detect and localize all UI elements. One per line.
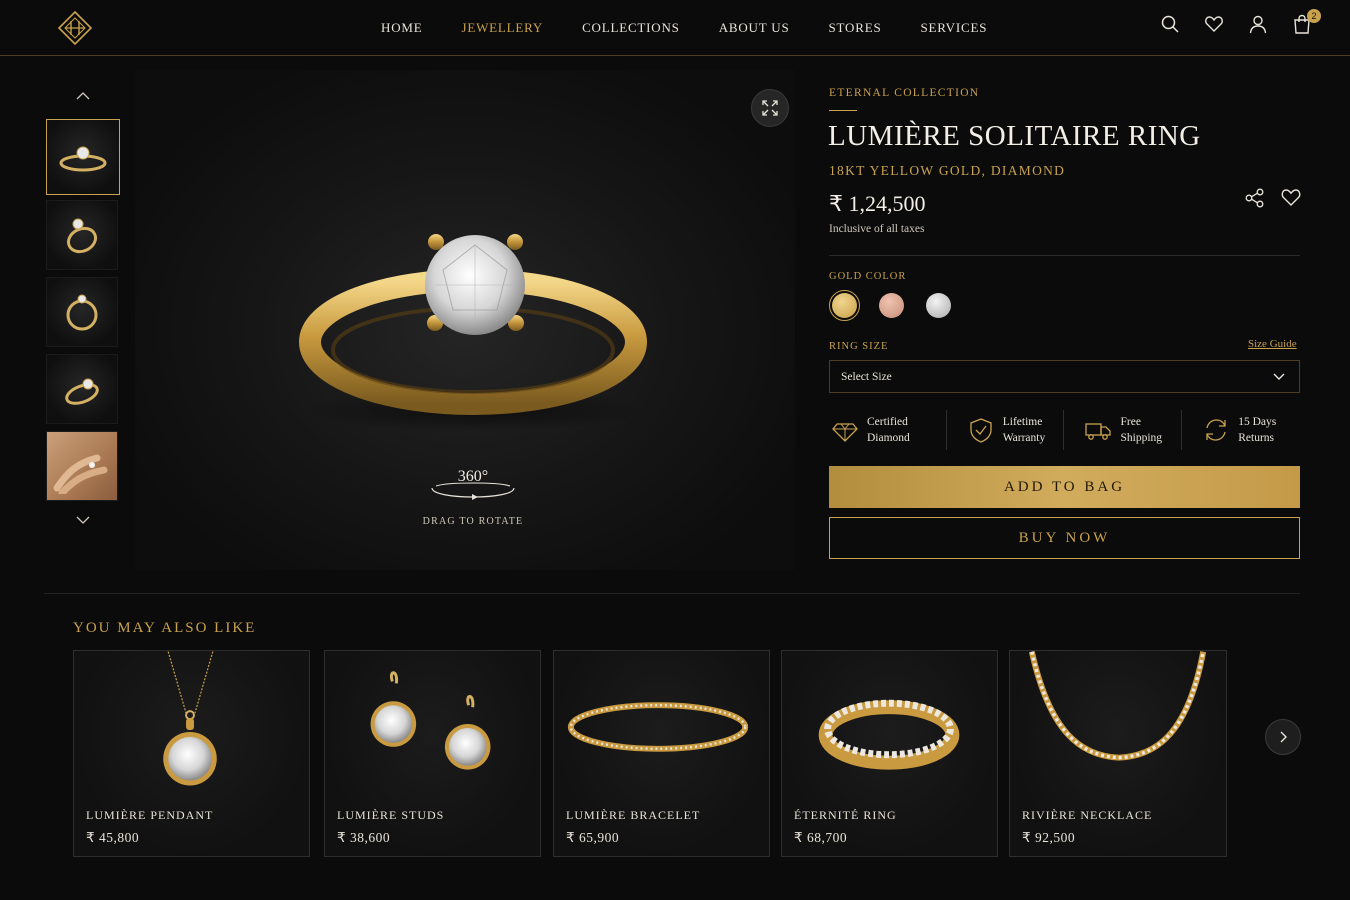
thumbnail-up-icon[interactable] — [75, 90, 91, 102]
collection-name[interactable]: ETERNAL COLLECTION — [829, 87, 979, 99]
eternity-ring-image — [818, 699, 960, 770]
user-icon[interactable] — [1248, 14, 1268, 34]
swatch-white-gold[interactable] — [923, 290, 954, 321]
site-header: HOME JEWELLERY COLLECTIONS ABOUT US STOR… — [0, 0, 1350, 56]
feature-line2: Returns — [1238, 432, 1275, 444]
feature-line2: Warranty — [1002, 432, 1046, 444]
thumbnail-angle[interactable] — [46, 354, 118, 424]
thumbnail-side[interactable] — [46, 200, 118, 270]
ring-thumbnail-icon — [59, 146, 107, 172]
product-card-price: ₹ 38,600 — [337, 830, 391, 845]
product-card[interactable]: LUMIÈRE STUDS ₹ 38,600 — [324, 650, 541, 857]
rotate-arrow-icon[interactable] — [428, 480, 518, 504]
ring-size-select[interactable]: Select Size — [829, 360, 1300, 393]
necklace-image — [1028, 651, 1207, 761]
ring-size-value: Select Size — [841, 370, 892, 383]
thumbnail-on-hand[interactable] — [46, 431, 118, 501]
product-card-name: LUMIÈRE BRACELET — [566, 808, 701, 822]
chevron-right-icon — [1280, 731, 1287, 743]
thumbnail-down-icon[interactable] — [75, 514, 91, 526]
product-title: LUMIÈRE SOLITAIRE RING — [828, 120, 1201, 152]
share-icon[interactable] — [1244, 187, 1266, 209]
add-to-bag-button[interactable]: ADD TO BAG — [829, 466, 1300, 508]
wishlist-heart-icon[interactable] — [1280, 186, 1302, 208]
product-price: ₹ 1,24,500 — [829, 191, 926, 216]
product-card-name: LUMIÈRE STUDS — [337, 808, 445, 822]
header-actions: 2 — [1160, 9, 1321, 34]
ring-thumbnail-icon — [66, 218, 98, 254]
feature-easy-returns: 15 Days Returns — [1182, 410, 1300, 450]
section-divider — [44, 593, 1300, 594]
feature-line1: 15 Days — [1238, 416, 1277, 428]
carousel-next-button[interactable] — [1265, 719, 1301, 755]
product-card[interactable]: RIVIÈRE NECKLACE ₹ 92,500 — [1009, 650, 1227, 857]
feature-line1: Free — [1120, 416, 1141, 428]
tax-note: Inclusive of all taxes — [829, 223, 925, 235]
feature-line1: Certified — [867, 416, 908, 428]
recommendations-heading: YOU MAY ALSO LIKE — [73, 620, 257, 636]
diamond-icon — [832, 423, 858, 442]
heart-icon[interactable] — [1204, 14, 1224, 34]
cart-button[interactable]: 2 — [1292, 9, 1321, 34]
product-card-price: ₹ 65,900 — [566, 830, 620, 845]
feature-line1: Lifetime — [1002, 416, 1043, 428]
product-features: Certified Diamond Lifetime Warranty Free Sh… — [829, 410, 1300, 450]
product-card-name: ÉTERNITÉ RING — [794, 808, 897, 822]
main-nav: HOME JEWELLERY COLLECTIONS ABOUT US STOR… — [381, 20, 987, 36]
thumbnail-list — [46, 119, 120, 508]
thumbnail-front[interactable] — [46, 119, 120, 195]
hand-thumbnail-icon — [53, 454, 108, 494]
feature-line2: Shipping — [1120, 432, 1163, 444]
feature-line2: Diamond — [867, 432, 910, 444]
bracelet-image — [567, 702, 749, 752]
drag-to-rotate-hint: DRAG TO ROTATE — [422, 516, 524, 527]
ring-size-label: RING SIZE — [829, 341, 889, 352]
feature-free-shipping: Free Shipping — [1064, 410, 1183, 450]
brand-logo-icon[interactable] — [57, 10, 93, 46]
product-card-name: LUMIÈRE PENDANT — [86, 808, 214, 822]
product-card-price: ₹ 68,700 — [794, 830, 848, 845]
expand-icon — [762, 100, 778, 116]
nav-jewellery[interactable]: JEWELLERY — [461, 20, 543, 36]
refresh-icon — [1206, 419, 1226, 441]
buy-now-button[interactable]: BUY NOW — [829, 517, 1300, 559]
product-card[interactable]: LUMIÈRE PENDANT ₹ 45,800 — [73, 650, 310, 857]
nav-home[interactable]: HOME — [381, 20, 422, 36]
chevron-down-icon — [1273, 373, 1285, 380]
search-icon[interactable] — [1160, 14, 1180, 34]
product-card-price: ₹ 92,500 — [1022, 830, 1076, 845]
pendant-image — [163, 651, 217, 786]
nav-collections[interactable]: COLLECTIONS — [582, 20, 680, 36]
cart-count-badge: 2 — [1307, 9, 1321, 23]
divider — [829, 255, 1300, 256]
truck-icon — [1085, 423, 1112, 440]
feature-lifetime-warranty: Lifetime Warranty — [947, 410, 1065, 450]
product-card[interactable]: LUMIÈRE BRACELET ₹ 65,900 — [553, 650, 770, 857]
gold-color-label: GOLD COLOR — [829, 271, 907, 282]
swatch-yellow-gold[interactable] — [829, 290, 860, 321]
thumbnail-top[interactable] — [46, 277, 118, 347]
product-card-price: ₹ 45,800 — [86, 830, 140, 845]
feature-certified-diamond: Certified Diamond — [829, 410, 947, 450]
ring-thumbnail-icon — [66, 294, 98, 331]
product-material: 18KT YELLOW GOLD, DIAMOND — [829, 163, 1066, 178]
size-guide-link[interactable]: Size Guide — [1248, 338, 1297, 350]
fullscreen-button[interactable] — [751, 89, 789, 127]
nav-services[interactable]: SERVICES — [920, 20, 987, 36]
gold-color-options — [829, 290, 954, 321]
collection-underline — [829, 110, 857, 111]
nav-stores[interactable]: STORES — [829, 20, 882, 36]
ring-thumbnail-icon — [65, 378, 99, 405]
shield-check-icon — [970, 418, 992, 443]
product-card-name: RIVIÈRE NECKLACE — [1022, 808, 1153, 822]
nav-about-us[interactable]: ABOUT US — [719, 20, 790, 36]
swatch-rose-gold[interactable] — [876, 290, 907, 321]
studs-image — [370, 671, 491, 770]
product-card[interactable]: ÉTERNITÉ RING ₹ 68,700 — [781, 650, 998, 857]
